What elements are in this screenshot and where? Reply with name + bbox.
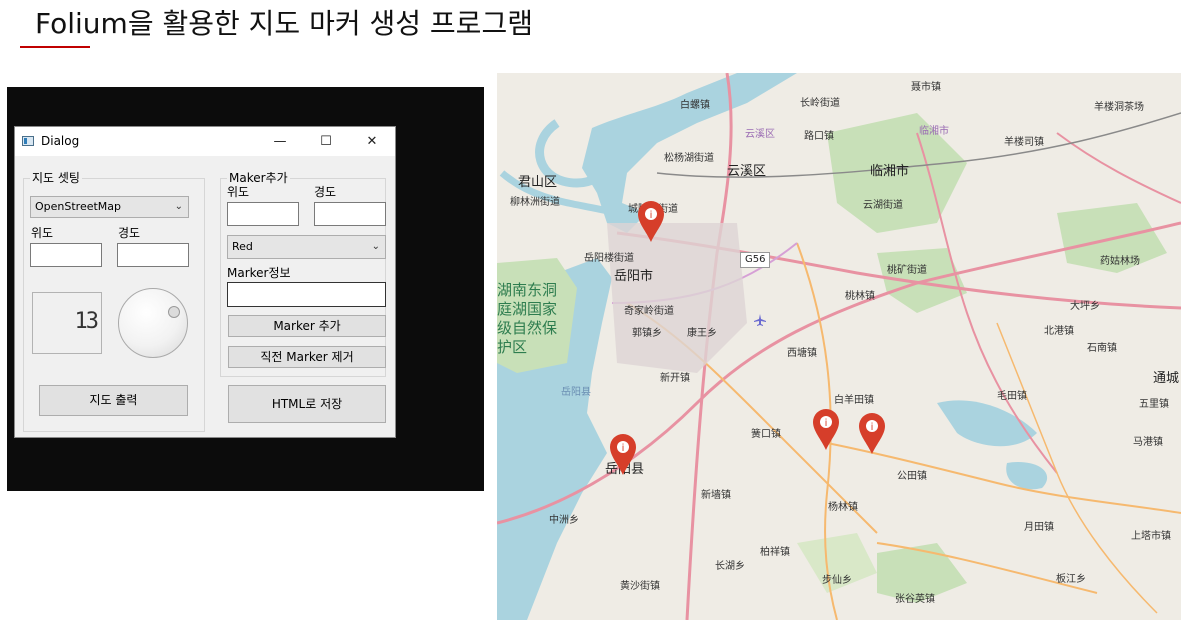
lon-label: 경도 [118,226,141,240]
marker-add-title: Maker추가 [227,171,290,185]
airport-icon [754,314,766,326]
map-label: 岳阳市 [614,269,654,284]
map-label: 板江乡 [1056,574,1086,585]
maximize-button[interactable]: ☐ [303,127,349,156]
window-title: Dialog [41,134,80,148]
map-label: 桃林镇 [845,291,875,302]
map-label: 桃矿街道 [887,265,927,276]
g56-shield: G56 [740,252,771,268]
marker-lat-label: 위도 [227,185,250,199]
map-label: 郭镇乡 [632,328,662,339]
zoom-lcd-value: 13 [74,309,99,334]
lon-input[interactable] [117,243,189,267]
map-label: 柏祥镇 [760,547,790,558]
map-label: 白螺镇 [680,100,710,111]
svg-text:i: i [825,418,828,429]
map-label: 松杨湖街道 [664,153,714,164]
map-label: 中洲乡 [549,515,579,526]
map-label: 新墙镇 [701,490,731,501]
svg-text:i: i [650,210,653,221]
map-label: 临湘市 [870,164,910,179]
map-label: 云湖街道 [863,200,903,211]
map-base [497,73,1181,620]
map-view[interactable]: 白螺镇 长岭街道 聂市镇 羊楼洞茶场 路口镇 临湘市 羊楼司镇 云溪区 松杨湖街… [497,73,1181,620]
marker-lon-input[interactable] [314,202,386,226]
slide-title: Folium을 활용한 지도 마커 생성 프로그램 [35,7,533,40]
svg-text:i: i [622,443,625,454]
map-label: 杨林镇 [828,502,858,513]
map-label: 羊楼司镇 [1004,137,1044,148]
save-html-button[interactable]: HTML로 저장 [228,385,386,423]
map-label: 柳林洲街道 [510,197,560,208]
chevron-down-icon: ⌄ [371,241,380,252]
close-button[interactable]: ✕ [349,127,395,156]
tile-select-value: OpenStreetMap [35,200,122,213]
map-label: 岳阳楼街道 [584,253,634,264]
map-marker-icon[interactable]: i [608,432,638,476]
map-marker-icon[interactable]: i [857,411,887,455]
map-label: 石南镇 [1087,343,1117,354]
zoom-dial[interactable] [118,288,188,358]
add-marker-button[interactable]: Marker 추가 [228,315,386,337]
map-settings-title: 지도 셋팅 [30,171,82,185]
map-label: 奇家岭街道 [624,306,674,317]
marker-info-input[interactable] [227,282,386,307]
map-label: 岳阳县 [561,387,591,398]
color-select-value: Red [232,240,253,253]
minimize-button[interactable]: — [257,127,303,156]
map-label: 五里镇 [1139,399,1169,410]
remove-last-marker-button[interactable]: 직전 Marker 제거 [228,346,386,368]
map-label: 黄沙街镇 [620,581,660,592]
map-label: 云溪区 [727,164,767,179]
map-label: 白羊田镇 [834,395,874,406]
map-label: 云溪区 [745,129,775,140]
map-label: 大坪乡 [1070,301,1100,312]
lat-input[interactable] [30,243,102,267]
map-label: 新开镇 [660,373,690,384]
map-marker-icon[interactable]: i [811,407,841,451]
svg-text:i: i [871,422,874,433]
marker-lat-input[interactable] [227,202,299,226]
chevron-down-icon: ⌄ [174,201,183,212]
map-label: 羊楼洞茶场 [1094,102,1144,113]
app-icon [22,136,34,146]
map-label: 簧口镇 [751,429,781,440]
tile-select[interactable]: OpenStreetMap ⌄ [30,196,189,218]
map-label: 马港镇 [1133,437,1163,448]
window-titlebar[interactable]: Dialog — ☐ ✕ [15,127,395,156]
map-label: 聂市镇 [911,82,941,93]
print-map-button[interactable]: 지도 출력 [39,385,188,416]
map-label: 湖南东洞庭湖国家级自然保护区 [497,281,558,356]
marker-info-label: Marker정보 [227,266,291,280]
dial-handle[interactable] [168,306,180,318]
color-select[interactable]: Red ⌄ [227,235,386,259]
map-label: 长岭街道 [800,98,840,109]
map-label: 临湘市 [919,126,949,137]
map-label: 康王乡 [687,328,717,339]
map-marker-icon[interactable]: i [636,199,666,243]
map-label: 长湖乡 [715,561,745,572]
marker-lon-label: 경도 [314,185,337,199]
map-label: 君山区 [518,175,558,190]
map-label: 步仙乡 [822,575,852,586]
map-label: 西塘镇 [787,348,817,359]
map-label: 公田镇 [897,471,927,482]
lat-label: 위도 [31,226,54,240]
map-label: 通城 [1153,371,1180,386]
map-label: 毛田镇 [997,391,1027,402]
map-label: 张谷英镇 [895,594,935,605]
title-underline [20,46,90,48]
dialog-window: Dialog — ☐ ✕ 지도 셋팅 OpenStreetMap ⌄ 위도 경도… [14,126,396,438]
map-label: 月田镇 [1024,522,1054,533]
map-label: 北港镇 [1044,326,1074,337]
map-label: 路口镇 [804,131,834,142]
map-label: 药姑林场 [1100,256,1140,267]
map-label: 上塔市镇 [1131,531,1171,542]
zoom-lcd: 13 [32,292,102,354]
